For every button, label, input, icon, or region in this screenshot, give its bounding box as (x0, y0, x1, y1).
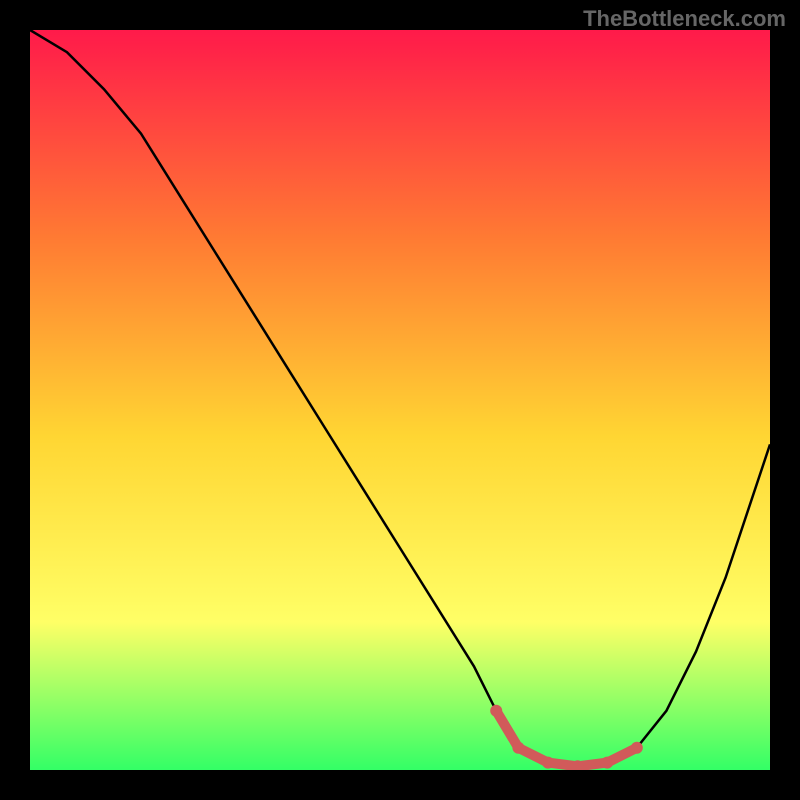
highlight-dot (542, 757, 554, 769)
chart-container: TheBottleneck.com (0, 0, 800, 800)
watermark-text: TheBottleneck.com (583, 6, 786, 32)
highlight-dot (490, 705, 502, 717)
highlight-dot (512, 742, 524, 754)
highlight-dot (631, 742, 643, 754)
gradient-background (30, 30, 770, 770)
chart-svg (30, 30, 770, 770)
plot-area (30, 30, 770, 770)
highlight-dot (601, 757, 613, 769)
